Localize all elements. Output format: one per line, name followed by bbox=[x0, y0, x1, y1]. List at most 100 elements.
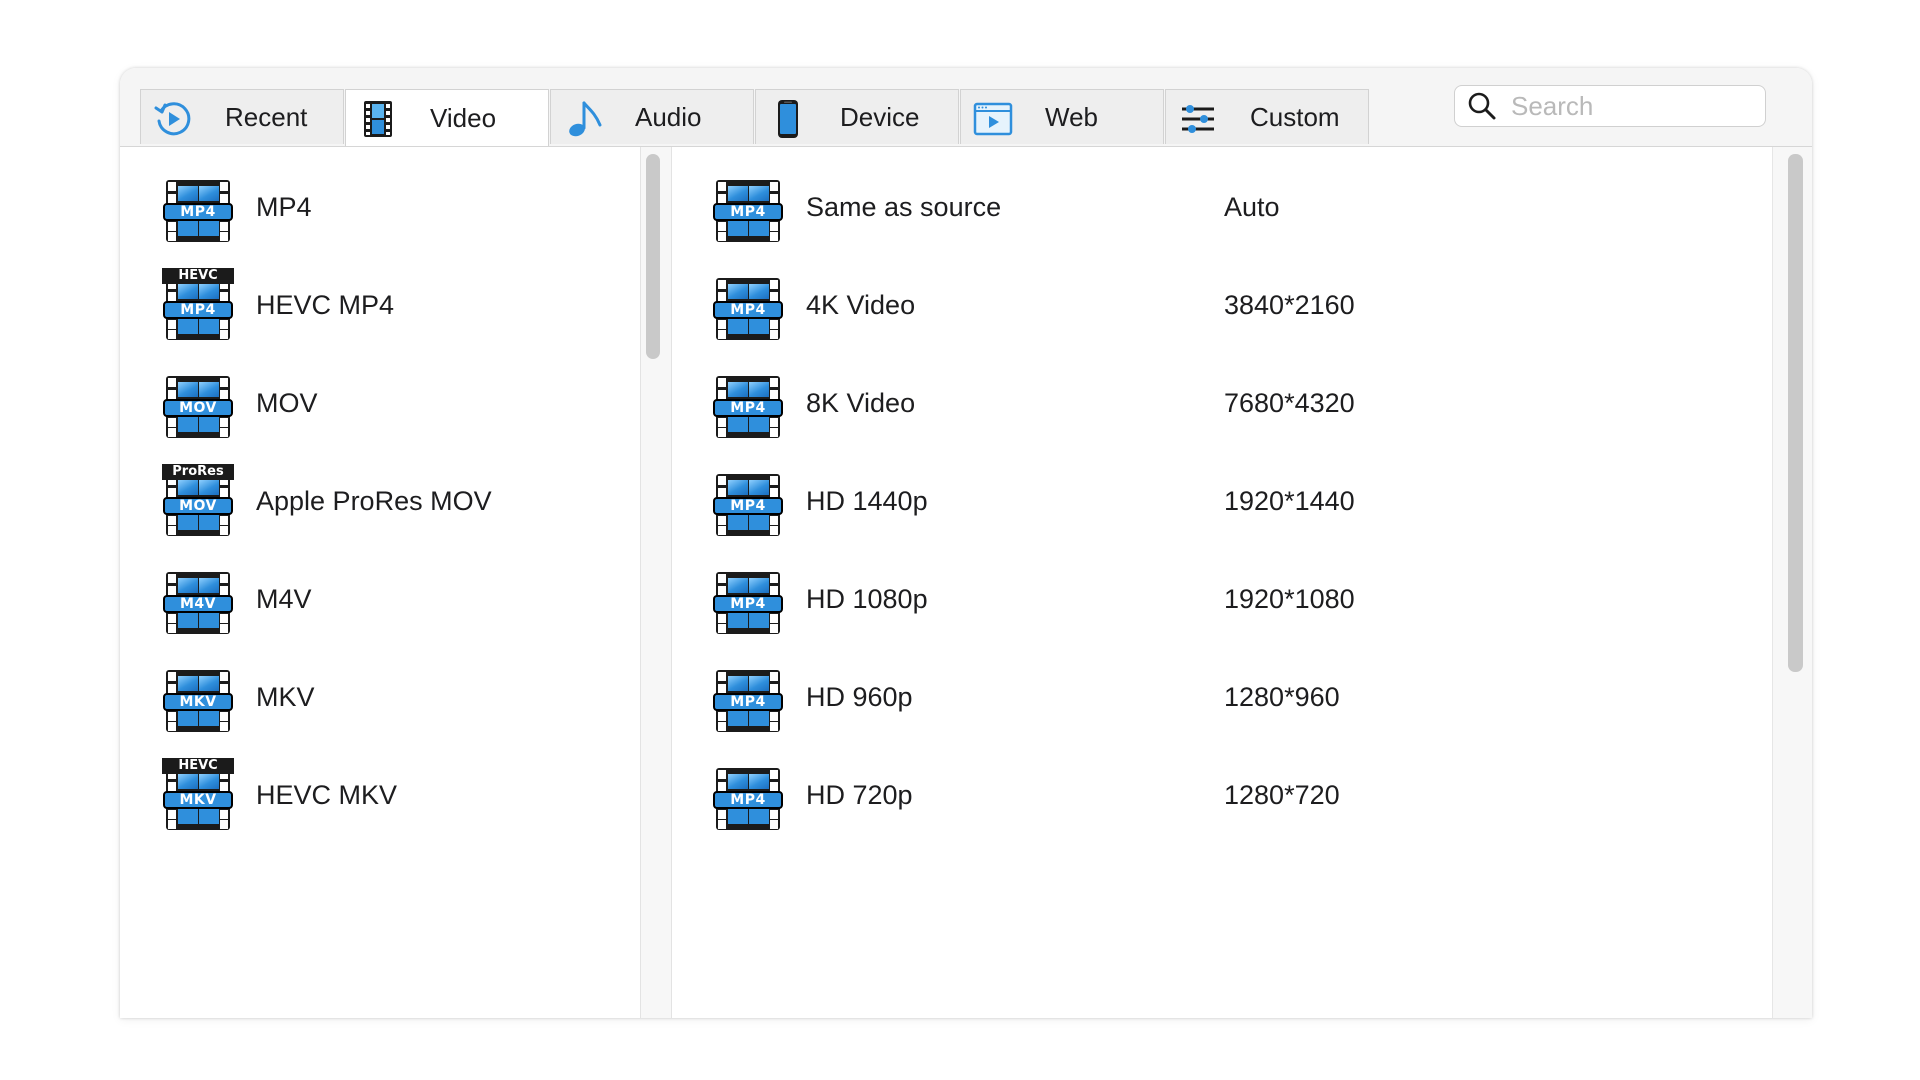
format-name: Apple ProRes MOV bbox=[256, 485, 492, 516]
video-file-icon: MP4 bbox=[712, 367, 784, 439]
search-icon bbox=[1468, 92, 1496, 120]
video-file-icon: MP4 bbox=[712, 465, 784, 537]
tab-web[interactable]: Web bbox=[960, 89, 1164, 144]
film-strip: MOV bbox=[163, 376, 233, 438]
video-file-icon: MP4 bbox=[712, 563, 784, 635]
web-video-icon bbox=[973, 102, 1013, 136]
preset-list[interactable]: MP4 Same as source Auto MP4 4K Video 3840*216… bbox=[672, 147, 1772, 1018]
format-name: MP4 bbox=[256, 191, 312, 222]
film-strip: M4V bbox=[163, 572, 233, 634]
film-strip: MP4 bbox=[713, 180, 783, 242]
preset-item[interactable]: MP4 HD 720p 1280*720 bbox=[712, 755, 1762, 835]
format-list[interactable]: MP4 MP4 MP4 HEVC HEVC MP4 MOV MOV MOV ProRes Appl… bbox=[120, 147, 640, 1018]
format-badge: MP4 bbox=[713, 497, 783, 515]
video-file-icon: MP4 bbox=[712, 171, 784, 243]
video-file-icon: M4V bbox=[162, 563, 234, 635]
preset-item[interactable]: MP4 HD 1440p 1920*1440 bbox=[712, 461, 1762, 541]
preset-resolution: Auto bbox=[1224, 191, 1280, 222]
format-item[interactable]: M4V M4V bbox=[162, 559, 632, 639]
preset-resolution: 7680*4320 bbox=[1224, 387, 1355, 418]
format-badge: MOV bbox=[163, 497, 233, 515]
format-badge: MP4 bbox=[163, 301, 233, 319]
preset-name: HD 960p bbox=[806, 681, 913, 712]
preset-name: HD 1440p bbox=[806, 485, 928, 516]
format-badge: MOV bbox=[163, 399, 233, 417]
sliders-icon bbox=[1182, 105, 1214, 133]
film-strip: MKV bbox=[163, 768, 233, 830]
format-badge: MP4 bbox=[713, 791, 783, 809]
format-name: HEVC MKV bbox=[256, 779, 398, 810]
video-file-icon: MKV bbox=[162, 661, 234, 733]
preset-item[interactable]: MP4 Same as source Auto bbox=[712, 167, 1762, 247]
format-item[interactable]: MP4 HEVC HEVC MP4 bbox=[162, 265, 632, 345]
format-badge: MKV bbox=[163, 791, 233, 809]
format-item[interactable]: MP4 MP4 bbox=[162, 167, 632, 247]
preset-name: 4K Video bbox=[806, 289, 916, 320]
search-box[interactable] bbox=[1454, 85, 1766, 127]
search-input[interactable] bbox=[1509, 89, 1763, 123]
format-badge: MP4 bbox=[713, 203, 783, 221]
format-item[interactable]: MOV MOV bbox=[162, 363, 632, 443]
tab-label: Web bbox=[1045, 101, 1098, 132]
format-name: MKV bbox=[256, 681, 315, 712]
film-strip: MOV bbox=[163, 474, 233, 536]
format-name: MOV bbox=[256, 387, 318, 418]
format-name: HEVC MP4 bbox=[256, 289, 395, 320]
tab-label: Device bbox=[840, 101, 920, 132]
film-strip: MP4 bbox=[713, 474, 783, 536]
format-item[interactable]: MKV MKV bbox=[162, 657, 632, 737]
format-badge: MP4 bbox=[163, 203, 233, 221]
film-strip: MP4 bbox=[713, 768, 783, 830]
codec-label: HEVC bbox=[162, 268, 234, 284]
format-badge: M4V bbox=[163, 595, 233, 613]
format-name: M4V bbox=[256, 583, 312, 614]
preset-resolution: 1920*1440 bbox=[1224, 485, 1355, 516]
format-badge: MP4 bbox=[713, 399, 783, 417]
format-list-scrollbar-thumb[interactable] bbox=[646, 154, 660, 359]
video-file-icon: MP4 bbox=[712, 269, 784, 341]
recent-icon bbox=[154, 102, 191, 136]
tab-recent[interactable]: Recent bbox=[140, 89, 344, 144]
format-badge: MP4 bbox=[713, 693, 783, 711]
format-item[interactable]: MOV ProRes Apple ProRes MOV bbox=[162, 461, 632, 541]
preset-resolution: 1280*720 bbox=[1224, 779, 1340, 810]
tab-custom[interactable]: Custom bbox=[1165, 89, 1369, 144]
video-file-icon: MKV HEVC bbox=[162, 758, 234, 831]
video-file-icon: MP4 bbox=[162, 171, 234, 243]
film-strip: MP4 bbox=[163, 180, 233, 242]
tab-video[interactable]: Video bbox=[345, 89, 549, 146]
preset-name: HD 720p bbox=[806, 779, 913, 810]
preset-item[interactable]: MP4 HD 1080p 1920*1080 bbox=[712, 559, 1762, 639]
phone-icon bbox=[778, 100, 798, 138]
codec-label: HEVC bbox=[162, 758, 234, 774]
preset-item[interactable]: MP4 4K Video 3840*2160 bbox=[712, 265, 1762, 345]
preset-resolution: 1280*960 bbox=[1224, 681, 1340, 712]
preset-name: Same as source bbox=[806, 191, 1002, 222]
preset-item[interactable]: MP4 8K Video 7680*4320 bbox=[712, 363, 1762, 443]
film-strip: MKV bbox=[163, 670, 233, 732]
film-strip: MP4 bbox=[163, 278, 233, 340]
preset-resolution: 3840*2160 bbox=[1224, 289, 1355, 320]
music-note-icon bbox=[569, 101, 602, 137]
tab-label: Audio bbox=[635, 101, 702, 132]
film-strip: MP4 bbox=[713, 278, 783, 340]
film-strip: MP4 bbox=[713, 572, 783, 634]
preset-list-scrollbar-thumb[interactable] bbox=[1788, 154, 1803, 672]
category-tabs: Recent Video Audio Device Web Custom bbox=[140, 89, 1370, 146]
video-file-icon: MP4 bbox=[712, 759, 784, 831]
tab-device[interactable]: Device bbox=[755, 89, 959, 144]
format-badge: MP4 bbox=[713, 595, 783, 613]
video-file-icon: MOV ProRes bbox=[162, 464, 234, 537]
format-item[interactable]: MKV HEVC HEVC MKV bbox=[162, 755, 632, 835]
video-file-icon: MP4 bbox=[712, 661, 784, 733]
tab-audio[interactable]: Audio bbox=[550, 89, 754, 144]
film-icon bbox=[364, 101, 392, 137]
preset-name: HD 1080p bbox=[806, 583, 928, 614]
tab-label: Recent bbox=[225, 101, 308, 132]
format-picker-window: Recent Video Audio Device Web Custom Sea… bbox=[120, 68, 1812, 1018]
format-badge: MP4 bbox=[713, 301, 783, 319]
preset-item[interactable]: MP4 HD 960p 1280*960 bbox=[712, 657, 1762, 737]
video-file-icon: MOV bbox=[162, 367, 234, 439]
tab-label: Video bbox=[430, 102, 497, 133]
preset-name: 8K Video bbox=[806, 387, 916, 418]
